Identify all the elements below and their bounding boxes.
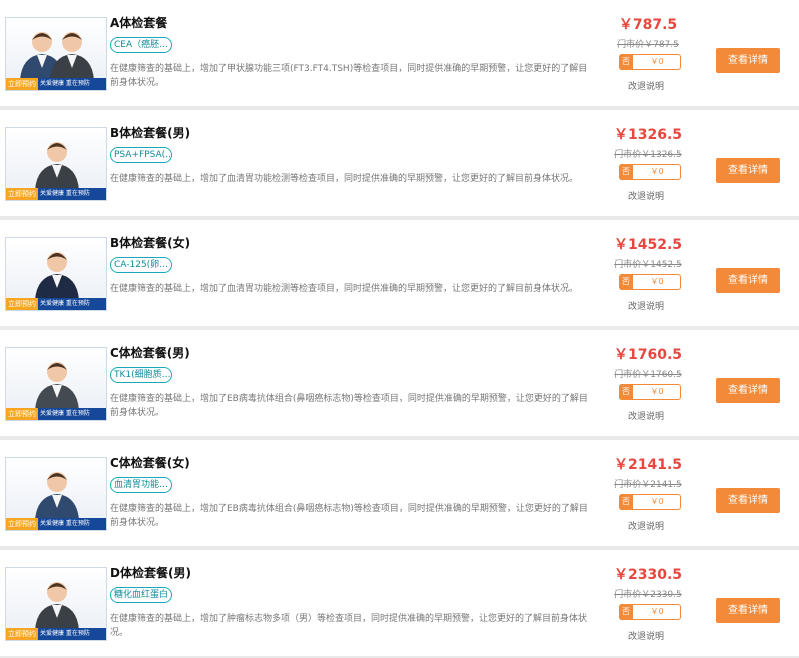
package-title[interactable]: D体检套餐(男) — [110, 564, 191, 581]
refund-policy-link[interactable]: 改退说明 — [600, 189, 692, 202]
deposit-check: 否 — [619, 384, 633, 400]
package-price: ￥787.5 — [618, 17, 678, 33]
package-title[interactable]: C体检套餐(女) — [110, 454, 190, 471]
deposit-check: 否 — [619, 54, 633, 70]
package-card: 立即预约 关爱健康 重在预防 B体检套餐(男) PSA+FPSA(… 在健康筛查… — [0, 110, 799, 216]
view-details-button[interactable]: 查看详情 — [716, 158, 780, 183]
package-photo[interactable]: 立即预约 关爱健康 重在预防 — [5, 127, 107, 201]
package-photo[interactable]: 立即预约 关爱健康 重在预防 — [5, 457, 107, 531]
deposit-amount: ￥0 — [650, 277, 664, 286]
view-details-button[interactable]: 查看详情 — [716, 268, 780, 293]
package-description: 在健康筛查的基础上，增加了EB病毒抗体组合(鼻咽癌标志物)等检查项目，同时提供准… — [110, 504, 588, 528]
package-card: 立即预约 关爱健康 重在预防 A体检套餐 CEA（癌胚… 在健康筛查的基础上，增… — [0, 0, 799, 106]
deposit-box: 否 ￥0 — [619, 604, 681, 620]
package-title[interactable]: B体检套餐(女) — [110, 234, 190, 251]
package-card: 立即预约 关爱健康 重在预防 B体检套餐(女) CA-125(卵… 在健康筛查的… — [0, 220, 799, 326]
deposit-check: 否 — [619, 164, 633, 180]
package-price: ￥2141.5 — [613, 457, 683, 473]
package-tag: PSA+FPSA(… — [110, 147, 172, 163]
deposit-check: 否 — [619, 604, 633, 620]
book-now-badge: 立即预约 — [6, 78, 38, 90]
package-price: ￥1760.5 — [613, 347, 683, 363]
package-card: 立即预约 关爱健康 重在预防 C体检套餐(男) TK1(细胞质… 在健康筛查的基… — [0, 330, 799, 436]
refund-policy-link[interactable]: 改退说明 — [600, 409, 692, 422]
package-price: ￥1326.5 — [613, 127, 683, 143]
deposit-amount: ￥0 — [650, 387, 664, 396]
refund-policy-link[interactable]: 改退说明 — [600, 629, 692, 642]
deposit-box: 否 ￥0 — [619, 274, 681, 290]
package-title[interactable]: A体检套餐 — [110, 14, 167, 31]
package-price: ￥1452.5 — [613, 237, 683, 253]
deposit-box: 否 ￥0 — [619, 164, 681, 180]
package-photo[interactable]: 立即预约 关爱健康 重在预防 — [5, 237, 107, 311]
package-tag: TK1(细胞质… — [110, 367, 172, 383]
package-price: ￥2330.5 — [613, 567, 683, 583]
photo-slogan: 关爱健康 重在预防 — [40, 520, 90, 527]
deposit-box: 否 ￥0 — [619, 54, 681, 70]
package-photo[interactable]: 立即预约 关爱健康 重在预防 — [5, 17, 107, 91]
book-now-badge: 立即预约 — [6, 518, 38, 530]
package-card: 立即预约 关爱健康 重在预防 C体检套餐(女) 血清胃功能… 在健康筛查的基础上… — [0, 440, 799, 546]
book-now-badge: 立即预约 — [6, 188, 38, 200]
photo-slogan: 关爱健康 重在预防 — [40, 630, 90, 637]
deposit-amount: ￥0 — [650, 607, 664, 616]
market-price: 门市价￥787.5 — [617, 40, 679, 50]
market-price: 门市价￥2330.5 — [614, 590, 682, 600]
deposit-box: 否 ￥0 — [619, 494, 681, 510]
view-details-button[interactable]: 查看详情 — [716, 48, 780, 73]
package-tag: 血清胃功能… — [110, 477, 172, 493]
photo-slogan: 关爱健康 重在预防 — [40, 80, 90, 87]
view-details-button[interactable]: 查看详情 — [716, 378, 780, 403]
book-now-badge: 立即预约 — [6, 628, 38, 640]
refund-policy-link[interactable]: 改退说明 — [600, 519, 692, 532]
refund-policy-link[interactable]: 改退说明 — [600, 79, 692, 92]
view-details-button[interactable]: 查看详情 — [716, 598, 780, 623]
package-description: 在健康筛查的基础上，增加了甲状腺功能三项(FT3.FT4.TSH)等检查项目，同… — [110, 64, 588, 88]
book-now-badge: 立即预约 — [6, 298, 38, 310]
package-card: 立即预约 关爱健康 重在预防 D体检套餐(男) 糖化血红蛋白 在健康筛查的基础上… — [0, 550, 799, 656]
package-tag: 糖化血红蛋白 — [110, 587, 172, 603]
deposit-amount: ￥0 — [650, 167, 664, 176]
package-title[interactable]: B体检套餐(男) — [110, 124, 190, 141]
package-tag: CA-125(卵… — [110, 257, 172, 273]
photo-slogan: 关爱健康 重在预防 — [40, 410, 90, 417]
market-price: 门市价￥2141.5 — [614, 480, 682, 490]
package-title[interactable]: C体检套餐(男) — [110, 344, 190, 361]
deposit-check: 否 — [619, 494, 633, 510]
package-photo[interactable]: 立即预约 关爱健康 重在预防 — [5, 567, 107, 641]
deposit-amount: ￥0 — [650, 57, 664, 66]
photo-slogan: 关爱健康 重在预防 — [40, 190, 90, 197]
package-description: 在健康筛查的基础上，增加了血清胃功能检测等检查项目，同时提供准确的早期预警，让您… — [110, 284, 579, 294]
market-price: 门市价￥1452.5 — [614, 260, 682, 270]
view-details-button[interactable]: 查看详情 — [716, 488, 780, 513]
market-price: 门市价￥1760.5 — [614, 370, 682, 380]
package-photo[interactable]: 立即预约 关爱健康 重在预防 — [5, 347, 107, 421]
photo-slogan: 关爱健康 重在预防 — [40, 300, 90, 307]
market-price: 门市价￥1326.5 — [614, 150, 682, 160]
package-description: 在健康筛查的基础上，增加了EB病毒抗体组合(鼻咽癌标志物)等检查项目，同时提供准… — [110, 394, 588, 418]
deposit-amount: ￥0 — [650, 497, 664, 506]
package-tag: CEA（癌胚… — [110, 37, 172, 53]
refund-policy-link[interactable]: 改退说明 — [600, 299, 692, 312]
package-description: 在健康筛查的基础上，增加了血清胃功能检测等检查项目，同时提供准确的早期预警，让您… — [110, 174, 579, 184]
deposit-box: 否 ￥0 — [619, 384, 681, 400]
book-now-badge: 立即预约 — [6, 408, 38, 420]
deposit-check: 否 — [619, 274, 633, 290]
package-description: 在健康筛查的基础上，增加了肿瘤标志物多项（男）等检查项目，同时提供准确的早期预警… — [110, 614, 588, 638]
package-list: 立即预约 关爱健康 重在预防 A体检套餐 CEA（癌胚… 在健康筛查的基础上，增… — [0, 0, 799, 656]
